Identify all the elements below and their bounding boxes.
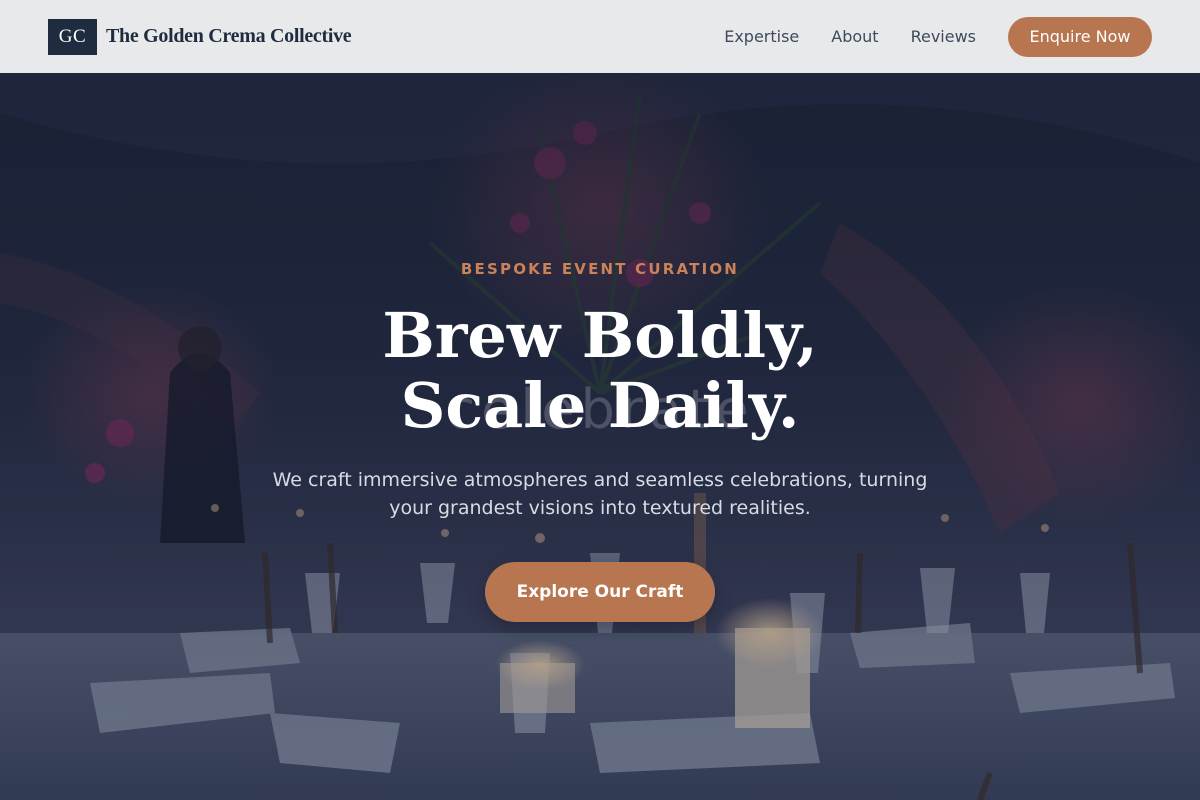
brand[interactable]: GC The Golden Crema Collective [48, 18, 352, 55]
nav-link-expertise[interactable]: Expertise [724, 27, 799, 46]
enquire-now-button[interactable]: Enquire Now [1008, 16, 1152, 57]
hero-headline: Brew Boldly, Scale Daily. [0, 301, 1200, 441]
hero-headline-line-1: Brew Boldly, [382, 299, 818, 372]
nav-link-about[interactable]: About [831, 27, 878, 46]
explore-our-craft-button[interactable]: Explore Our Craft [485, 562, 715, 622]
logo-mark[interactable]: GC [48, 18, 97, 55]
brand-name[interactable]: The Golden Crema Collective [106, 25, 352, 48]
nav-link-reviews[interactable]: Reviews [911, 27, 976, 46]
site-header: GC The Golden Crema Collective Expertise… [0, 0, 1200, 73]
main-nav: Expertise About Reviews Enquire Now [724, 16, 1152, 57]
hero-eyebrow: BESPOKE EVENT CURATION [460, 260, 740, 278]
hero-subtext: We craft immersive atmospheres and seaml… [272, 469, 928, 519]
hero-headline-line-2: Scale Daily. [400, 369, 800, 442]
hero-section: BESPOKE EVENT CURATION celebrate Brew Bo… [0, 73, 1200, 800]
